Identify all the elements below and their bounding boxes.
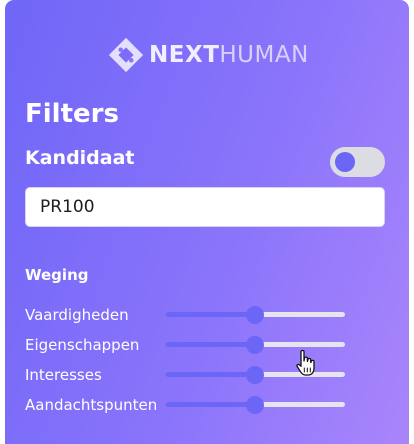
filters-heading: Filters [25,99,119,129]
hand-pointer-cursor-icon [296,349,315,376]
aandachtspunten-slider[interactable] [165,396,345,414]
slider-thumb[interactable] [246,336,264,354]
slider-row-vaardigheden: Vaardigheden [25,303,355,327]
interesses-slider[interactable] [165,366,345,384]
slider-fill [165,402,255,407]
slider-row-aandachtspunten: Aandachtspunten [25,393,355,417]
vaardigheden-slider[interactable] [165,306,345,324]
filter-panel: NEXTHUMAN Filters Kandidaat Weging Vaard… [5,0,409,444]
slider-fill [165,312,255,317]
slider-label-interesses: Interesses [25,366,102,384]
slider-thumb[interactable] [246,396,264,414]
slider-thumb[interactable] [246,366,264,384]
brand-bold-text: NEXT [149,42,220,68]
toggle-knob [335,152,355,172]
slider-label-eigenschappen: Eigenschappen [25,336,140,354]
slider-label-aandachtspunten: Aandachtspunten [25,396,158,414]
slider-label-vaardigheden: Vaardigheden [25,306,129,324]
nexthuman-logo-icon [108,37,144,73]
kandidaat-input[interactable] [25,187,385,227]
slider-fill [165,342,255,347]
weging-heading: Weging [25,266,89,284]
kandidaat-toggle[interactable] [330,147,385,177]
brand-light-text: HUMAN [219,42,309,68]
brand-logo: NEXTHUMAN [107,36,309,74]
slider-thumb[interactable] [246,306,264,324]
brand-wordmark: NEXTHUMAN [149,42,309,68]
slider-fill [165,372,255,377]
eigenschappen-slider[interactable] [165,336,345,354]
kandidaat-label: Kandidaat [25,147,135,169]
